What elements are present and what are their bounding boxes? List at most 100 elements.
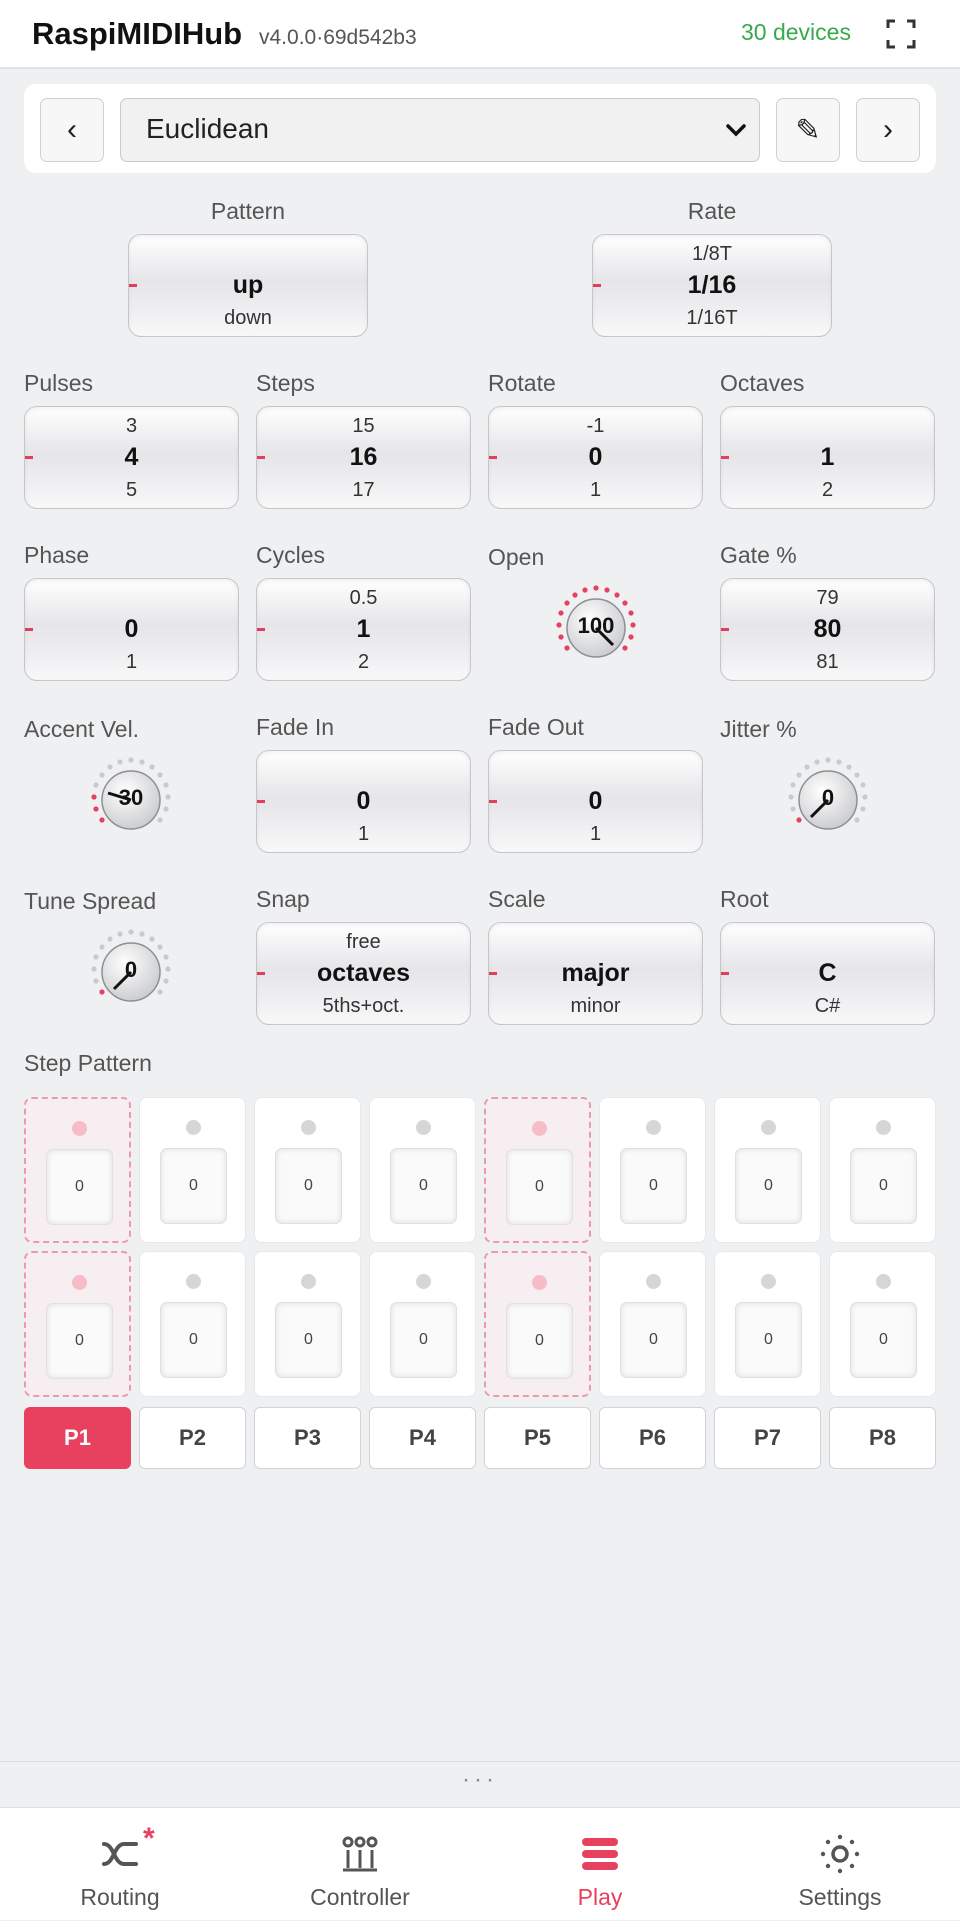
step-cell[interactable]: 0 (829, 1251, 936, 1397)
rate-prev: 1/8T (691, 243, 733, 265)
tab-settings[interactable]: Settings (720, 1808, 960, 1921)
app-header: RaspiMIDIHub v4.0.0·69d542b3 30 devices (0, 0, 960, 69)
tab-controller[interactable]: Controller (240, 1808, 480, 1921)
rate-roller[interactable]: 1/8T 1/16 1/16T (592, 234, 832, 337)
jitter-knob[interactable]: 0 (783, 755, 873, 845)
prev-preset-button[interactable]: ‹ (40, 98, 104, 162)
step-indicator-dot (301, 1274, 316, 1289)
root-roller[interactable]: C C# (720, 922, 935, 1025)
step-value-input[interactable]: 0 (620, 1148, 687, 1224)
step-value-input[interactable]: 0 (160, 1302, 227, 1378)
step-cell[interactable]: 0 (254, 1097, 361, 1243)
preset-select[interactable]: Euclidean (120, 98, 760, 162)
next-preset-button[interactable]: › (856, 98, 920, 162)
app-title: RaspiMIDIHub (32, 16, 243, 51)
step-cell[interactable]: 0 (714, 1251, 821, 1397)
step-value-input[interactable]: 0 (850, 1148, 917, 1224)
snap-label: Snap (256, 886, 310, 912)
step-value-input[interactable]: 0 (506, 1303, 573, 1379)
drawer-handle[interactable]: ··· (0, 1761, 960, 1807)
step-cell[interactable]: 0 (714, 1097, 821, 1243)
page-button-p8[interactable]: P8 (829, 1407, 936, 1469)
step-value-input[interactable]: 0 (46, 1303, 113, 1379)
step-pattern-title: Step Pattern (24, 1050, 152, 1076)
gate-next: 81 (816, 651, 839, 673)
fade-out-roller[interactable]: 0 1 (488, 750, 703, 853)
pattern-next: down (224, 307, 272, 329)
devices-count[interactable]: 30 devices (741, 19, 851, 46)
page-button-p2[interactable]: P2 (139, 1407, 246, 1469)
step-cell[interactable]: 0 (254, 1251, 361, 1397)
jitter-value: 0 (821, 785, 835, 810)
page-button-p5[interactable]: P5 (484, 1407, 591, 1469)
step-cell[interactable]: 0 (484, 1097, 591, 1243)
step-cell[interactable]: 0 (599, 1251, 706, 1397)
step-cell[interactable]: 0 (369, 1251, 476, 1397)
step-value-input[interactable]: 0 (506, 1149, 573, 1225)
step-value-input[interactable]: 0 (275, 1148, 342, 1224)
gate-prev: 79 (816, 587, 839, 609)
scale-roller[interactable]: major minor (488, 922, 703, 1025)
snap-prev: free (346, 931, 381, 953)
fade-in-roller[interactable]: 0 1 (256, 750, 471, 853)
tab-routing[interactable]: * Routing (0, 1808, 240, 1921)
snap-roller[interactable]: free octaves 5ths+oct. (256, 922, 471, 1025)
step-value-input[interactable]: 0 (160, 1148, 227, 1224)
cycles-value: 1 (356, 615, 371, 643)
step-value-input[interactable]: 0 (46, 1149, 113, 1225)
steps-next: 17 (352, 479, 375, 501)
play-icon (582, 1838, 618, 1870)
step-indicator-dot (186, 1120, 201, 1135)
step-value-input[interactable]: 0 (620, 1302, 687, 1378)
cycles-roller[interactable]: 0.5 1 2 (256, 578, 471, 681)
page-button-p6[interactable]: P6 (599, 1407, 706, 1469)
step-cell[interactable]: 0 (139, 1097, 246, 1243)
pattern-roller[interactable]: up down (128, 234, 368, 337)
preset-bar: ‹ Euclidean ✎ › (24, 84, 936, 173)
accent-vel-knob[interactable]: 30 (86, 755, 176, 845)
step-value-input[interactable]: 0 (735, 1148, 802, 1224)
accent-vel-label: Accent Vel. (24, 716, 140, 742)
step-cell[interactable]: 0 (24, 1097, 131, 1243)
steps-label: Steps (256, 370, 315, 396)
octaves-roller[interactable]: 1 2 (720, 406, 935, 509)
step-cell[interactable]: 0 (484, 1251, 591, 1397)
step-value-input[interactable]: 0 (735, 1302, 802, 1378)
step-cell[interactable]: 0 (139, 1251, 246, 1397)
tune-spread-knob[interactable]: 0 (86, 927, 176, 1017)
fullscreen-icon[interactable] (886, 19, 916, 49)
page-button-p3[interactable]: P3 (254, 1407, 361, 1469)
rotate-roller[interactable]: -1 0 1 (488, 406, 703, 509)
step-indicator-dot (186, 1274, 201, 1289)
step-value-input[interactable]: 0 (390, 1302, 457, 1378)
step-cell[interactable]: 0 (24, 1251, 131, 1397)
page-button-p1[interactable]: P1 (24, 1407, 131, 1469)
step-indicator-dot (646, 1274, 661, 1289)
page-button-p4[interactable]: P4 (369, 1407, 476, 1469)
pattern-value: up (232, 271, 264, 299)
step-cell[interactable]: 0 (369, 1097, 476, 1243)
step-cell[interactable]: 0 (829, 1097, 936, 1243)
octaves-value: 1 (820, 443, 835, 471)
open-knob[interactable]: 100 (551, 583, 641, 673)
pencil-icon: ✎ (795, 113, 821, 147)
step-cell[interactable]: 0 (599, 1097, 706, 1243)
page-button-p7[interactable]: P7 (714, 1407, 821, 1469)
step-indicator-dot (646, 1120, 661, 1135)
phase-roller[interactable]: 0 1 (24, 578, 239, 681)
step-value-input[interactable]: 0 (390, 1148, 457, 1224)
tab-label: Play (577, 1884, 623, 1910)
step-indicator-dot (532, 1275, 547, 1290)
open-value: 100 (577, 613, 615, 638)
gate-roller[interactable]: 79 80 81 (720, 578, 935, 681)
step-value-input[interactable]: 0 (850, 1302, 917, 1378)
open-label: Open (488, 544, 545, 570)
steps-prev: 15 (352, 415, 375, 437)
pulses-roller[interactable]: 3 4 5 (24, 406, 239, 509)
step-value-input[interactable]: 0 (275, 1302, 342, 1378)
version-label: v4.0.0·69d542b3 (259, 26, 417, 49)
steps-roller[interactable]: 15 16 17 (256, 406, 471, 509)
tab-play[interactable]: Play (480, 1808, 720, 1921)
edit-preset-button[interactable]: ✎ (776, 98, 840, 162)
accent-vel-value: 30 (118, 785, 144, 810)
